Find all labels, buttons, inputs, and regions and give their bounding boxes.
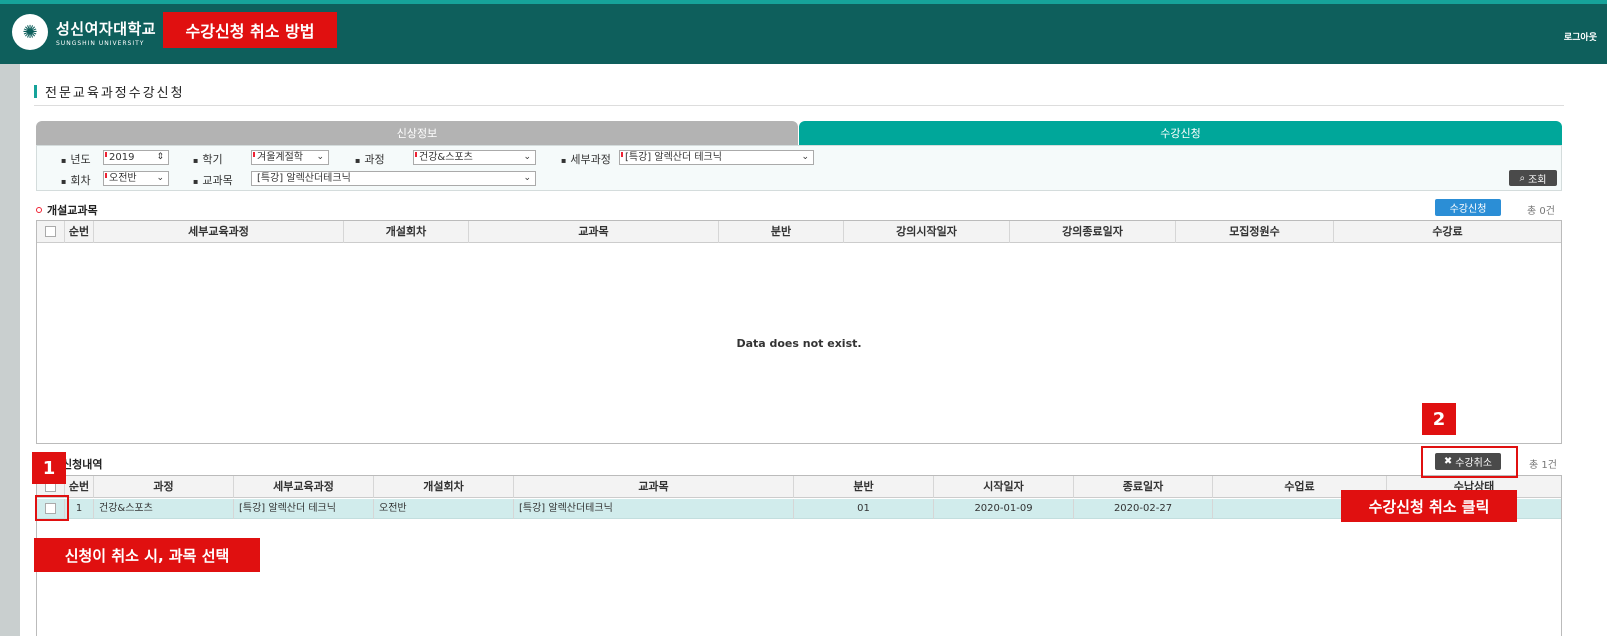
page-title-text: 전문교육과정수강신청	[45, 86, 185, 101]
col-section: 분반	[719, 221, 844, 243]
col-course: 과정	[94, 476, 234, 498]
title-marker	[34, 85, 37, 98]
col-end-date: 종료일자	[1074, 476, 1213, 498]
chevron-down-icon: ⌄	[156, 173, 164, 183]
cell-subject: [특강] 알렉산더테크닉	[514, 499, 794, 519]
subject-label: 교과목	[193, 172, 232, 188]
subject-value: [특강] 알렉산더테크닉	[257, 173, 351, 184]
annotation-title: 수강신청 취소 방법	[163, 12, 337, 48]
open-courses-title: 개설교과목	[36, 202, 98, 218]
col-end-date: 강의종료일자	[1010, 221, 1176, 243]
logo-english-name: SUNGSHIN UNIVERSITY	[56, 39, 145, 47]
col-subject: 교과목	[469, 221, 719, 243]
select-all-checkbox[interactable]	[45, 226, 56, 237]
col-subject: 교과목	[514, 476, 794, 498]
open-courses-count: 총 0건	[1527, 206, 1555, 217]
cell-start-date: 2020-01-09	[934, 499, 1074, 519]
year-select[interactable]: 2019 ⇕	[103, 150, 169, 165]
course-value: 건강&스포츠	[419, 152, 473, 163]
university-logo[interactable]: ✺ 성신여자대학교 SUNGSHIN UNIVERSITY	[12, 14, 156, 50]
empty-message: Data does not exist.	[736, 337, 862, 350]
annotation-step-1: 1	[32, 452, 66, 484]
col-round: 개설회차	[374, 476, 514, 498]
detail-course-select[interactable]: [특강] 알렉산더 테크닉 ⌄	[619, 150, 814, 165]
term-select[interactable]: 겨울계절학 ⌄	[251, 150, 329, 165]
search-icon: ⌕	[1519, 172, 1526, 184]
open-courses-title-text: 개설교과목	[47, 204, 98, 217]
select-all-cell	[37, 221, 65, 243]
page-title: 전문교육과정수강신청	[34, 82, 1564, 106]
tab-personal-info[interactable]: 신상정보	[36, 121, 798, 145]
col-round: 개설회차	[344, 221, 469, 243]
col-no: 순번	[65, 476, 94, 498]
course-label: 과정	[355, 151, 384, 167]
chevron-down-icon: ⌄	[523, 173, 531, 183]
term-label: 학기	[193, 151, 222, 167]
open-courses-grid: 순번 세부교육과정 개설회차 교과목 분반 강의시작일자 강의종료일자 모집정원…	[36, 220, 1562, 444]
search-filter-panel: 년도 2019 ⇕ 학기 겨울계절학 ⌄ 과정 건강&스포츠 ⌄ 세부과정 [특…	[36, 145, 1562, 191]
col-start-date: 시작일자	[934, 476, 1074, 498]
subject-select[interactable]: [특강] 알렉산더테크닉 ⌄	[251, 171, 536, 186]
round-label: 회차	[61, 172, 90, 188]
history-grid: 순번 과정 세부교육과정 개설회차 교과목 분반 시작일자 종료일자 수업료 수…	[36, 475, 1562, 636]
col-capacity: 모집정원수	[1176, 221, 1334, 243]
annotation-checkbox-highlight	[35, 495, 69, 521]
course-select[interactable]: 건강&스포츠 ⌄	[413, 150, 536, 165]
section-bullet-icon	[36, 207, 42, 213]
cell-no: 1	[65, 499, 94, 519]
logout-link[interactable]: 로그아웃	[1564, 30, 1597, 43]
annotation-step-1-text: 신청이 취소 시, 과목 선택	[34, 538, 260, 572]
round-select[interactable]: 오전반 ⌄	[103, 171, 169, 186]
cell-section: 01	[794, 499, 934, 519]
history-header: 순번 과정 세부교육과정 개설회차 교과목 분반 시작일자 종료일자 수업료 수…	[37, 476, 1561, 498]
logo-korean-name: 성신여자대학교	[56, 19, 157, 38]
history-count: 총 1건	[1529, 460, 1557, 471]
col-detail-course: 세부교육과정	[234, 476, 374, 498]
search-button-label: 조회	[1528, 174, 1547, 186]
chevron-down-icon: ⌄	[523, 152, 531, 162]
cell-end-date: 2020-02-27	[1074, 499, 1213, 519]
emblem-icon: ✺	[12, 14, 48, 50]
detail-course-label: 세부과정	[561, 151, 610, 167]
col-no: 순번	[65, 221, 94, 243]
col-detail-course: 세부교육과정	[94, 221, 344, 243]
cell-detail-course: [특강] 알렉산더 테크닉	[234, 499, 374, 519]
annotation-button-highlight	[1421, 446, 1518, 478]
col-fee: 수강료	[1432, 225, 1463, 238]
left-sidebar-strip	[0, 64, 20, 636]
tab-course-registration[interactable]: 수강신청	[799, 121, 1562, 145]
annotation-step-2-text: 수강신청 취소 클릭	[1341, 490, 1517, 522]
search-button[interactable]: ⌕ 조회	[1509, 170, 1557, 186]
apply-course-button[interactable]: 수강신청	[1435, 199, 1501, 216]
term-value: 겨울계절학	[257, 152, 303, 163]
col-start-date: 강의시작일자	[844, 221, 1010, 243]
round-value: 오전반	[109, 173, 137, 184]
year-value: 2019	[109, 152, 135, 163]
table-row[interactable]: 1 건강&스포츠 [특강] 알렉산더 테크닉 오전반 [특강] 알렉산더테크닉 …	[37, 499, 1561, 519]
year-label: 년도	[61, 151, 90, 167]
cell-round: 오전반	[374, 499, 514, 519]
col-section: 분반	[794, 476, 934, 498]
annotation-step-2: 2	[1422, 403, 1456, 435]
open-courses-header: 순번 세부교육과정 개설회차 교과목 분반 강의시작일자 강의종료일자 모집정원…	[37, 221, 1561, 243]
spinner-icon: ⇕	[156, 152, 164, 162]
chevron-down-icon: ⌄	[801, 152, 809, 162]
detail-course-value: [특강] 알렉산더 테크닉	[625, 152, 722, 163]
history-title: 신청내역	[62, 458, 103, 471]
chevron-down-icon: ⌄	[316, 152, 324, 162]
cell-course: 건강&스포츠	[94, 499, 234, 519]
